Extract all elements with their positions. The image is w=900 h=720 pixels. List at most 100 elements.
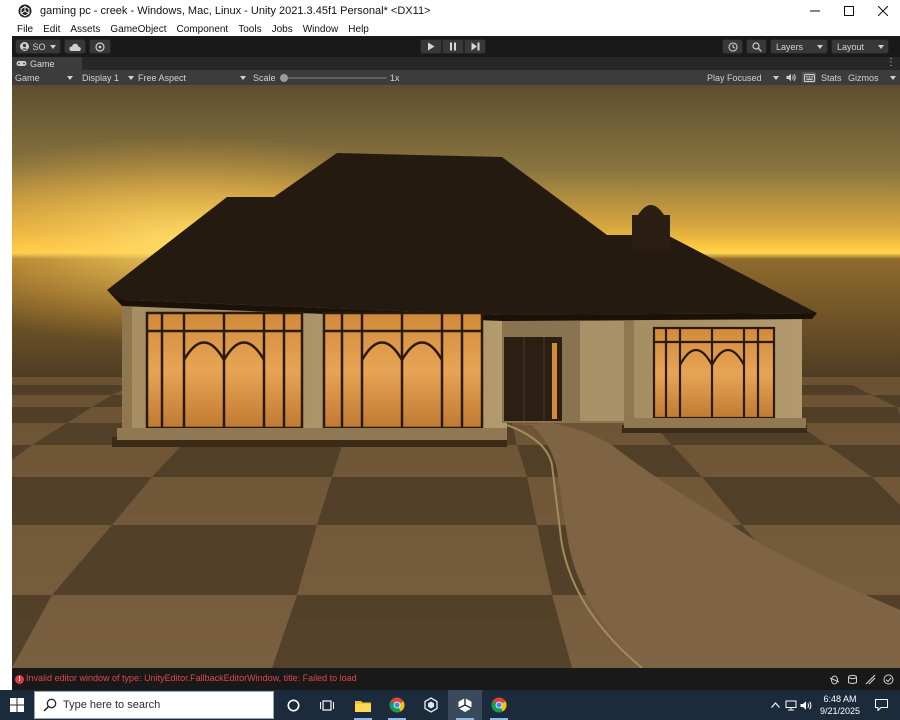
view-select[interactable]: Game	[15, 70, 75, 85]
bug-icon[interactable]	[825, 672, 843, 686]
pause-button[interactable]	[442, 39, 464, 54]
taskbar-search-box[interactable]: Type here to search	[34, 691, 274, 719]
scale-value-text: 1x	[390, 72, 400, 83]
account-label: SO	[32, 41, 46, 52]
chevron-down-icon	[240, 75, 246, 80]
chevron-down-icon	[67, 75, 73, 80]
window-center	[322, 311, 484, 430]
search-icon	[751, 41, 762, 52]
cloud-button[interactable]	[64, 39, 86, 54]
file-explorer-button[interactable]	[346, 690, 380, 720]
cache-icon[interactable]	[843, 672, 861, 686]
history-button[interactable]	[722, 39, 743, 54]
taskbar-clock[interactable]: 6:48 AM 9/21/2025	[812, 693, 868, 717]
unity-editor-icon	[458, 698, 472, 712]
close-button[interactable]	[866, 0, 900, 22]
unity-logo-icon	[18, 4, 32, 18]
layers-dropdown[interactable]: Layers	[770, 39, 828, 54]
unity-editor-button[interactable]	[448, 690, 482, 720]
status-bar: ! Invalid editor window of type: UnityEd…	[12, 669, 900, 689]
history-icon	[727, 41, 738, 52]
window-title: gaming pc - creek - Windows, Mac, Linux …	[40, 5, 431, 17]
stats-label: Stats	[821, 72, 842, 83]
clock-date: 9/21/2025	[819, 706, 861, 716]
chevron-down-icon	[128, 75, 134, 80]
tab-game-label: Game	[30, 58, 55, 69]
chevron-down-icon	[817, 45, 823, 49]
step-button[interactable]	[464, 39, 486, 54]
scale-slider-handle[interactable]	[280, 74, 288, 82]
chrome-button[interactable]	[380, 690, 414, 720]
start-button[interactable]	[0, 690, 34, 720]
menu-bar: File Edit Assets GameObject Component To…	[12, 22, 900, 36]
unity-hub-icon	[424, 697, 438, 713]
gizmos-dropdown[interactable]: Gizmos	[848, 70, 896, 85]
more-options-icon[interactable]: ⋮	[886, 57, 896, 69]
progress-icon[interactable]	[861, 672, 879, 686]
collab-icon	[95, 41, 105, 52]
menu-tools[interactable]: Tools	[238, 24, 261, 35]
collab-button[interactable]	[89, 39, 111, 54]
chrome-icon	[491, 697, 507, 713]
task-view-button[interactable]	[310, 690, 344, 720]
scale-label-text: Scale	[253, 72, 276, 83]
tray-overflow-button[interactable]	[768, 690, 782, 720]
layout-dropdown[interactable]: Layout	[831, 39, 889, 54]
layout-label: Layout	[837, 41, 865, 52]
volume-button[interactable]	[799, 690, 813, 720]
game-view[interactable]	[12, 85, 900, 668]
game-controller-icon	[16, 61, 27, 66]
search-button[interactable]	[746, 39, 767, 54]
unity-hub-button[interactable]	[414, 690, 448, 720]
menu-file[interactable]: File	[17, 24, 33, 35]
menu-assets[interactable]: Assets	[70, 24, 100, 35]
play-button[interactable]	[420, 39, 442, 54]
file-explorer-icon	[355, 700, 371, 712]
maximize-icon	[844, 6, 854, 16]
network-button[interactable]	[784, 690, 798, 720]
display-select-label: Display 1	[82, 72, 120, 83]
unity-editor-window: gaming pc - creek - Windows, Mac, Linux …	[12, 0, 900, 690]
console-error-message[interactable]: Invalid editor window of type: UnityEdit…	[26, 673, 357, 683]
chevron-down-icon	[890, 75, 896, 80]
scale-label: Scale	[253, 70, 276, 85]
keyboard-icon	[803, 73, 815, 82]
menu-help[interactable]: Help	[348, 24, 369, 35]
minimize-button[interactable]	[798, 0, 832, 22]
volume-icon	[800, 700, 811, 710]
menu-edit[interactable]: Edit	[43, 24, 60, 35]
mute-audio-button[interactable]	[784, 72, 798, 83]
play-controls	[420, 39, 486, 54]
tab-game[interactable]: Game	[12, 57, 82, 70]
error-icon: !	[15, 675, 24, 684]
gizmos-label: Gizmos	[848, 72, 879, 83]
chevron-down-icon	[773, 75, 779, 80]
speaker-icon	[786, 73, 796, 82]
aspect-select[interactable]: Free Aspect	[138, 70, 246, 85]
account-icon	[20, 42, 30, 51]
minimize-icon	[810, 10, 820, 12]
notifications-button[interactable]	[870, 690, 892, 720]
cloud-icon	[69, 43, 81, 51]
menu-component[interactable]: Component	[177, 24, 229, 35]
scale-slider-track[interactable]	[283, 77, 387, 79]
check-icon[interactable]	[879, 672, 897, 686]
taskbar-search-placeholder: Type here to search	[63, 699, 161, 711]
chevron-down-icon	[878, 45, 884, 49]
menu-window[interactable]: Window	[303, 24, 339, 35]
menu-gameobject[interactable]: GameObject	[110, 24, 166, 35]
cortana-button[interactable]	[276, 690, 310, 720]
pause-icon	[450, 42, 456, 51]
shortcuts-toggle[interactable]	[802, 72, 816, 83]
stats-button[interactable]: Stats	[821, 70, 842, 85]
play-mode-select[interactable]: Play Focused	[707, 70, 779, 85]
window-left	[145, 311, 304, 430]
account-dropdown[interactable]: SO	[15, 39, 61, 54]
chrome-button-2[interactable]	[482, 690, 516, 720]
maximize-button[interactable]	[832, 0, 866, 22]
display-select[interactable]: Display 1	[82, 70, 134, 85]
menu-jobs[interactable]: Jobs	[272, 24, 293, 35]
cortana-icon	[287, 699, 299, 711]
game-render	[12, 85, 900, 668]
scale-value: 1x	[390, 70, 400, 85]
